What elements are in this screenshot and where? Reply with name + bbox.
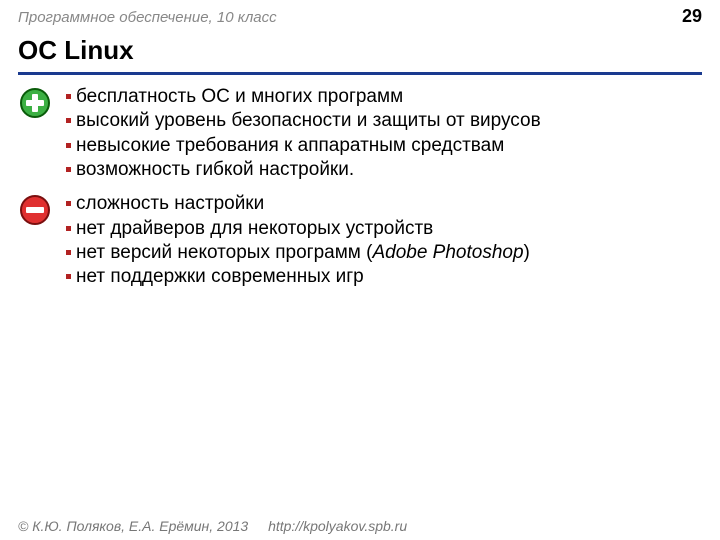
slide-header: Программное обеспечение, 10 класс 29 [0, 0, 720, 27]
list-item: бесплатность ОС и многих программ [66, 85, 541, 109]
copyright: © К.Ю. Поляков, Е.А. Ерёмин, 2013 [18, 518, 248, 534]
list-item: высокий уровень безопасности и защиты от… [66, 109, 541, 133]
title-block: ОС Linux [0, 27, 720, 75]
footer-url: http://kpolyakov.spb.ru [268, 518, 407, 534]
pros-list: бесплатность ОС и многих программ высоки… [66, 85, 541, 182]
footer: © К.Ю. Поляков, Е.А. Ерёмин, 2013 http:/… [18, 518, 407, 534]
plus-icon [18, 85, 52, 119]
list-item: нет поддержки современных игр [66, 265, 530, 289]
list-item: невысокие требования к аппаратным средст… [66, 134, 541, 158]
minus-icon [18, 192, 52, 226]
cons-section: сложность настройки нет драйверов для не… [18, 192, 702, 289]
page-title: ОС Linux [18, 35, 702, 70]
pros-section: бесплатность ОС и многих программ высоки… [18, 85, 702, 182]
page-number: 29 [682, 6, 702, 27]
cons-list: сложность настройки нет драйверов для не… [66, 192, 530, 289]
content: бесплатность ОС и многих программ высоки… [0, 75, 720, 290]
list-item: возможность гибкой настройки. [66, 158, 541, 182]
breadcrumb: Программное обеспечение, 10 класс [18, 9, 277, 26]
list-item: сложность настройки [66, 192, 530, 216]
list-item: нет драйверов для некоторых устройств [66, 217, 530, 241]
list-item: нет версий некоторых программ (Adobe Pho… [66, 241, 530, 265]
